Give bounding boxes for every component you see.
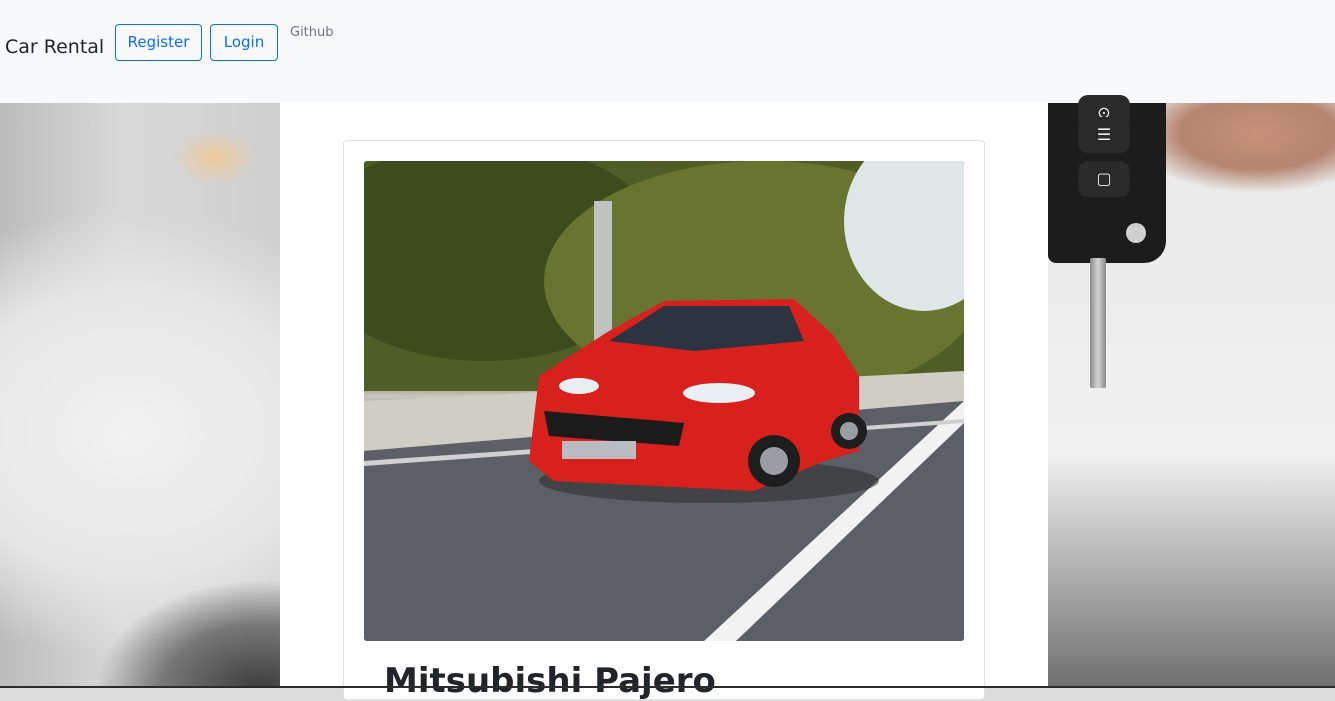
brand-logo-text[interactable]: Car Rental bbox=[5, 36, 104, 58]
top-navbar: Car Rental Register Login Github bbox=[0, 0, 1335, 103]
main-content-panel: Mitsubishi Pajero bbox=[280, 103, 1048, 701]
github-link[interactable]: Github bbox=[290, 25, 334, 40]
register-button[interactable]: Register bbox=[115, 24, 202, 61]
background-car-wheel-blur bbox=[0, 523, 280, 688]
key-trunk-icon: ▢ bbox=[1078, 161, 1130, 197]
car-photo-illustration bbox=[364, 161, 964, 641]
car-image bbox=[364, 161, 964, 641]
key-ring bbox=[1126, 223, 1146, 243]
key-blade bbox=[1090, 258, 1106, 388]
login-button[interactable]: Login bbox=[210, 24, 278, 61]
car-key-fob-image: ⊙ ☰ ▢ bbox=[1048, 95, 1166, 263]
key-headlight-icon: ☰ bbox=[1078, 117, 1130, 153]
car-card[interactable]: Mitsubishi Pajero bbox=[343, 140, 985, 701]
car-title: Mitsubishi Pajero bbox=[384, 661, 716, 701]
